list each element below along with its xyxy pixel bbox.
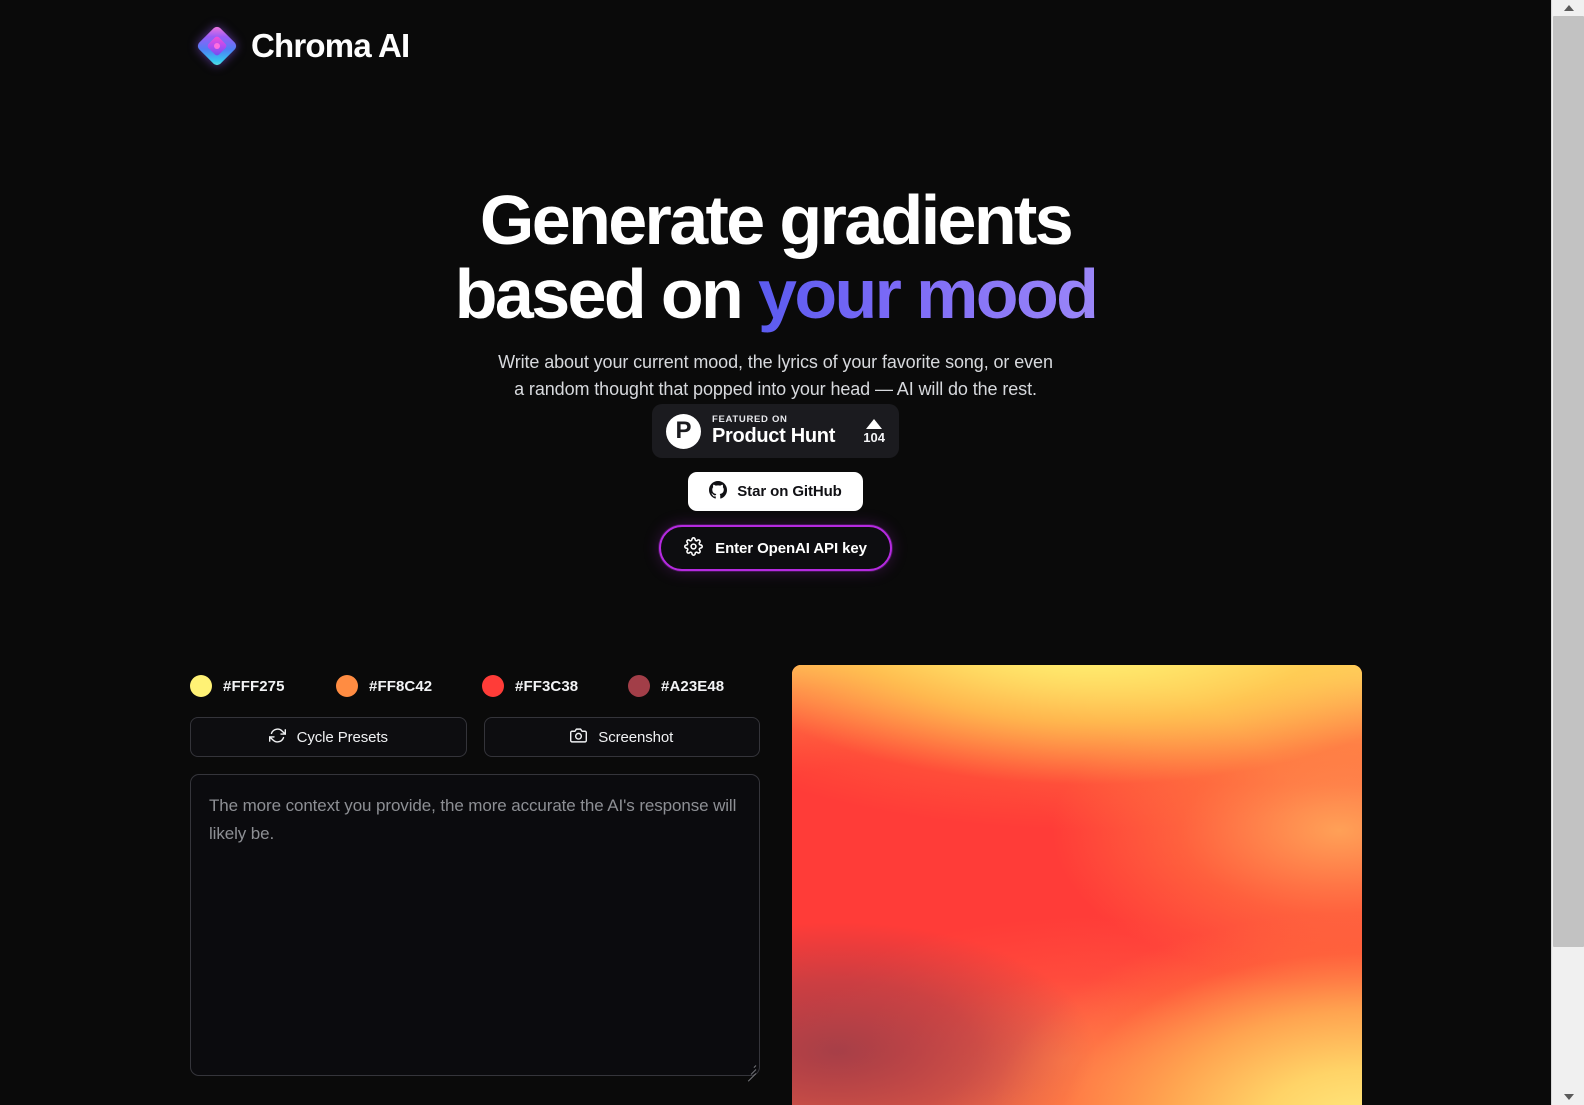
page-title: Generate gradients based on your mood: [0, 185, 1551, 329]
color-swatch-dot[interactable]: [482, 675, 504, 697]
product-hunt-upvotes: 104: [857, 418, 885, 445]
product-hunt-name: Product Hunt: [712, 425, 836, 448]
color-swatch[interactable]: #A23E48: [628, 675, 774, 697]
prompt-input[interactable]: [190, 774, 760, 1076]
hero-title-line-2: based on your mood: [0, 259, 1551, 329]
product-hunt-badge[interactable]: P FEATURED ON Product Hunt 104: [652, 404, 899, 458]
page-viewport: Chroma AI Generate gradients based on yo…: [0, 0, 1551, 1105]
workspace: #FFF275 #FF8C42 #FF3C38 #A23E48 Cycle Pr…: [190, 665, 1362, 1105]
diamond-icon-core: [214, 43, 220, 49]
gradient-preview[interactable]: [792, 665, 1362, 1105]
controls-column: #FFF275 #FF8C42 #FF3C38 #A23E48 Cycle Pr…: [190, 665, 760, 1105]
scroll-up-arrow-icon[interactable]: [1552, 0, 1584, 16]
site-header: Chroma AI: [195, 24, 410, 68]
color-swatch-hex: #FFF275: [223, 677, 285, 695]
color-swatch-dot[interactable]: [628, 675, 650, 697]
action-button-row: Cycle Presets Screenshot: [190, 717, 760, 757]
palette-swatch-row: #FFF275 #FF8C42 #FF3C38 #A23E48: [190, 665, 760, 707]
color-swatch[interactable]: #FF3C38: [482, 675, 628, 697]
screenshot-label: Screenshot: [598, 728, 674, 746]
gear-icon: [684, 536, 704, 560]
product-hunt-eyebrow: FEATURED ON: [712, 413, 788, 425]
gradient-mesh: [792, 665, 1362, 1105]
hero-title-line-1: Generate gradients: [479, 181, 1074, 259]
cta-column: P FEATURED ON Product Hunt 104 Star on G…: [0, 404, 1551, 571]
screenshot-button[interactable]: Screenshot: [483, 717, 760, 757]
product-hunt-icon: P: [666, 413, 701, 449]
chroma-ai-logo-icon[interactable]: [195, 24, 239, 68]
product-hunt-upvote-count: 104: [863, 429, 885, 445]
brand-name: Chroma AI: [251, 27, 410, 64]
github-icon: [709, 480, 728, 503]
enter-openai-api-key-label: Enter OpenAI API key: [715, 539, 867, 557]
color-swatch-dot[interactable]: [190, 675, 212, 697]
refresh-icon: [268, 727, 286, 748]
scroll-down-arrow-icon[interactable]: [1552, 1089, 1584, 1105]
color-swatch-hex: #FF3C38: [515, 677, 579, 695]
color-swatch-dot[interactable]: [336, 675, 358, 697]
scrollbar-thumb[interactable]: [1553, 16, 1584, 947]
hero-section: Generate gradients based on your mood Wr…: [0, 185, 1551, 404]
star-on-github-label: Star on GitHub: [737, 483, 842, 500]
color-swatch[interactable]: #FFF275: [190, 675, 336, 697]
product-hunt-text: FEATURED ON Product Hunt: [712, 414, 846, 448]
cycle-presets-label: Cycle Presets: [296, 728, 388, 746]
color-swatch-hex: #FF8C42: [369, 677, 433, 695]
color-swatch-hex: #A23E48: [661, 677, 725, 695]
hero-title-accent: your mood: [758, 255, 1099, 333]
camera-icon: [570, 727, 588, 748]
vertical-scrollbar[interactable]: [1551, 0, 1584, 1105]
star-on-github-button[interactable]: Star on GitHub: [688, 472, 863, 511]
enter-openai-api-key-button[interactable]: Enter OpenAI API key: [659, 525, 892, 571]
cycle-presets-button[interactable]: Cycle Presets: [190, 717, 467, 757]
color-swatch[interactable]: #FF8C42: [336, 675, 482, 697]
hero-title-line-2-plain: based on: [454, 255, 759, 333]
hero-subtitle: Write about your current mood, the lyric…: [498, 352, 1053, 400]
caret-up-icon: [866, 418, 883, 429]
